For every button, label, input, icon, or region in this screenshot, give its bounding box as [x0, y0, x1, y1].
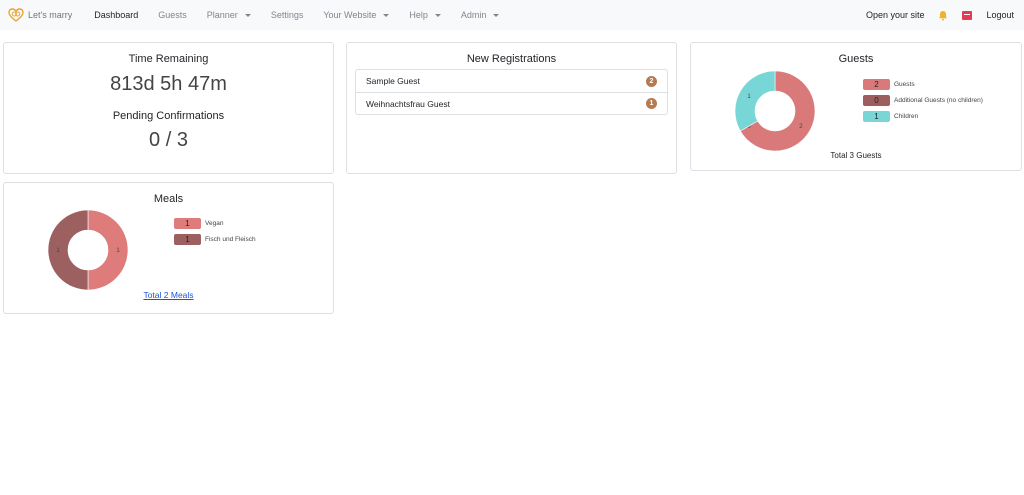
nav-right: Open your site Logout	[866, 0, 1014, 30]
meals-total-link[interactable]: Total 2 Meals	[4, 290, 333, 300]
legend-item-additional[interactable]: 0 Additional Guests (no children)	[863, 94, 983, 107]
legend-swatch: 2	[863, 79, 890, 90]
legend-label: Children	[894, 113, 919, 120]
main-nav: Dashboard Guests Planner Settings Your W…	[84, 0, 509, 30]
nav-dashboard[interactable]: Dashboard	[84, 0, 148, 30]
donut-slice[interactable]	[87, 209, 129, 291]
count-badge: 1	[646, 98, 657, 109]
legend-swatch: 0	[863, 95, 890, 106]
list-item[interactable]: Weihnachtsfrau Guest 1	[356, 92, 667, 114]
nav-planner-dropdown[interactable]: Planner	[197, 0, 261, 30]
bell-icon[interactable]	[938, 10, 948, 21]
legend-label: Vegan	[205, 220, 224, 227]
count-badge: 2	[646, 75, 657, 87]
registration-name: Weihnachtsfrau Guest	[366, 98, 450, 109]
new-registrations-title: New Registrations	[466, 53, 557, 65]
guests-card: Guests 201 2 Guests 0 Additional Guests …	[690, 42, 1022, 171]
logout-link[interactable]: Logout	[986, 10, 1014, 20]
pending-confirmations-title: Pending Confirmations	[112, 110, 225, 122]
nav-settings-label: Settings	[270, 10, 304, 20]
legend-label: Additional Guests (no children)	[894, 97, 983, 104]
new-registrations-card: New Registrations Sample Guest 2 Weihnac…	[346, 42, 677, 174]
caret-down-icon	[244, 13, 251, 17]
time-remaining-title: Time Remaining	[128, 53, 209, 65]
legend-swatch: 1	[174, 234, 201, 245]
meals-donut-chart[interactable]: 11	[46, 208, 130, 292]
nav-help-label: Help	[409, 10, 428, 20]
nav-website-label: Your Website	[323, 10, 377, 20]
caret-down-icon	[434, 13, 441, 17]
registrations-list: Sample Guest 2 Weihnachtsfrau Guest 1	[355, 69, 668, 115]
registration-name: Sample Guest	[366, 76, 420, 86]
list-item[interactable]: Sample Guest 2	[356, 70, 667, 92]
legend-item-guests[interactable]: 2 Guests	[863, 78, 983, 91]
guests-legend: 2 Guests 0 Additional Guests (no childre…	[863, 78, 983, 126]
language-flag-icon[interactable]	[962, 10, 973, 20]
heart-rings-logo-icon	[8, 8, 24, 22]
guests-total: Total 3 Guests	[830, 151, 882, 160]
donut-slice[interactable]	[734, 70, 776, 132]
legend-item-children[interactable]: 1 Children	[863, 110, 983, 123]
legend-item-fisch-und-fleisch[interactable]: 1 Fisch und Fleisch	[174, 233, 256, 246]
caret-down-icon	[383, 13, 390, 17]
nav-dashboard-label: Dashboard	[94, 10, 139, 20]
nav-your-website-dropdown[interactable]: Your Website	[313, 0, 399, 30]
legend-label: Guests	[894, 81, 915, 88]
brand-name: Let's marry	[28, 10, 73, 20]
meals-card: Meals 11 1 Vegan 1 Fisch und Fleisch Tot…	[3, 182, 334, 314]
time-remaining-card: Time Remaining 813d 5h 47m Pending Confi…	[3, 42, 334, 174]
nav-planner-label: Planner	[206, 10, 238, 20]
nav-admin-dropdown[interactable]: Admin	[451, 0, 510, 30]
brand[interactable]: Let's marry	[8, 8, 72, 22]
legend-swatch: 1	[174, 218, 201, 229]
caret-down-icon	[493, 13, 500, 17]
meals-legend: 1 Vegan 1 Fisch und Fleisch	[174, 217, 256, 249]
top-navbar: Let's marry Dashboard Guests Planner Set…	[0, 0, 1024, 30]
pending-confirmations-value: 0 / 3	[149, 129, 188, 151]
meals-title: Meals	[153, 193, 184, 205]
open-site-link[interactable]: Open your site	[866, 10, 925, 20]
guests-donut-chart[interactable]: 201	[733, 69, 817, 153]
legend-item-vegan[interactable]: 1 Vegan	[174, 217, 256, 230]
nav-settings[interactable]: Settings	[261, 0, 314, 30]
time-remaining-value: 813d 5h 47m	[110, 73, 227, 95]
nav-admin-label: Admin	[460, 10, 487, 20]
donut-slice[interactable]	[47, 209, 89, 291]
legend-label: Fisch und Fleisch	[205, 236, 256, 243]
nav-guests[interactable]: Guests	[148, 0, 197, 30]
guests-title: Guests	[838, 53, 874, 65]
nav-guests-label: Guests	[158, 10, 187, 20]
legend-swatch: 1	[863, 111, 890, 122]
nav-help-dropdown[interactable]: Help	[399, 0, 451, 30]
